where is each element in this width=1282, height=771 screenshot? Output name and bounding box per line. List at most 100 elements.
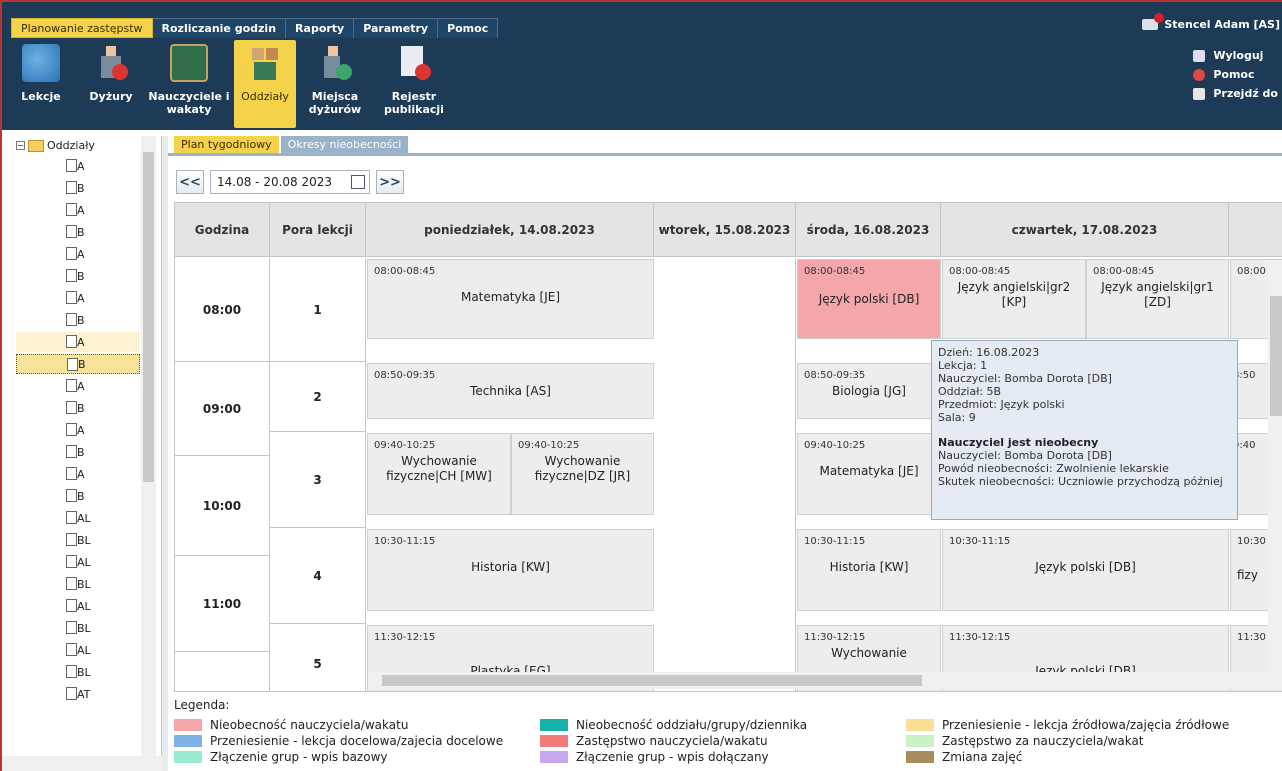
menu-tabs: Planowanie zastępstw Rozliczanie godzin … bbox=[11, 18, 499, 38]
next-week-button[interactable]: >> bbox=[376, 170, 404, 194]
lesson-mon-3b[interactable]: 09:40-10:25 Wychowanie fizyczne|DZ [JR] bbox=[511, 433, 654, 515]
sidebar-tree: − Oddziały 1A 1B 2A 2B 3A 3B 4A 4B 5A 5B 6A 6B 7A 7B 8… bbox=[2, 136, 162, 771]
tree-item-3al[interactable]: 3AL bbox=[16, 596, 140, 616]
tree-item-5b[interactable]: 5B bbox=[16, 354, 140, 374]
legend-item: Zastępstwo nauczyciela/wakatu bbox=[540, 734, 768, 748]
grid-hscrollbar[interactable] bbox=[368, 672, 1282, 689]
messages-icon[interactable] bbox=[1142, 13, 1165, 30]
goto-link[interactable]: Przejdź do bbox=[1193, 84, 1278, 103]
lesson-time: 10:30-11:15 bbox=[374, 536, 436, 547]
tree-item-6b[interactable]: 6B bbox=[16, 398, 140, 418]
lesson-thu-4[interactable]: 10:30-11:15 Język polski [DB] bbox=[942, 529, 1229, 611]
tree-item-2a[interactable]: 2A bbox=[16, 200, 140, 220]
goto-label: Przejdź do bbox=[1213, 87, 1278, 100]
date-bar: << 14.08 - 20.08 2023 >> bbox=[176, 169, 404, 195]
grid-vscroll-thumb[interactable] bbox=[1270, 296, 1282, 416]
document-icon bbox=[66, 379, 77, 392]
tree-item-1a[interactable]: 1A bbox=[16, 156, 140, 176]
lesson-thu-1a[interactable]: 08:00-08:45 Język angielski|gr2 [KP] bbox=[942, 259, 1086, 339]
tree-item-1at[interactable]: 1AT bbox=[16, 684, 140, 704]
tab-pomoc[interactable]: Pomoc bbox=[438, 18, 499, 38]
lesson-mon-1[interactable]: 08:00-08:45 Matematyka [JE] bbox=[367, 259, 654, 339]
document-icon bbox=[66, 181, 77, 194]
tree-item-1al[interactable]: 1AL bbox=[16, 508, 140, 528]
tree-item-3a[interactable]: 3A bbox=[16, 244, 140, 264]
collapse-icon[interactable]: − bbox=[16, 141, 25, 150]
tooltip-absent-reason: Powód nieobecności: Zwolnienie lekarskie bbox=[938, 462, 1169, 475]
tree-item-7b[interactable]: 7B bbox=[16, 442, 140, 462]
dyzury-button[interactable]: Dyżury bbox=[78, 40, 144, 128]
tab-parametry[interactable]: Parametry bbox=[354, 18, 439, 38]
tree-item-4b[interactable]: 4B bbox=[16, 310, 140, 330]
period-3: 3 bbox=[270, 432, 366, 528]
legend-swatch bbox=[540, 719, 568, 731]
tree-item-4bl[interactable]: 4BL bbox=[16, 662, 140, 682]
document-icon bbox=[66, 687, 77, 700]
grid-hscroll-thumb[interactable] bbox=[382, 675, 922, 686]
prev-week-button[interactable]: << bbox=[176, 170, 204, 194]
document-icon bbox=[66, 423, 77, 436]
grid-vscrollbar[interactable] bbox=[1268, 260, 1282, 680]
tree-item-6a[interactable]: 6A bbox=[16, 376, 140, 396]
tree-scrollbar[interactable] bbox=[141, 136, 156, 756]
tooltip-teacher: Nauczyciel: Bomba Dorota [DB] bbox=[938, 372, 1112, 385]
blackboard-icon bbox=[170, 44, 208, 82]
lesson-mon-3a[interactable]: 09:40-10:25 Wychowanie fizyczne|CH [MW] bbox=[367, 433, 511, 515]
lesson-time: 08:00-08:45 bbox=[374, 266, 436, 277]
tree-item-2bl[interactable]: 2BL bbox=[16, 574, 140, 594]
lesson-thu-1b[interactable]: 08:00-08:45 Język angielski|gr1 [ZD] bbox=[1086, 259, 1229, 339]
tab-raporty[interactable]: Raporty bbox=[286, 18, 355, 38]
tree-item-3bl[interactable]: 3BL bbox=[16, 618, 140, 638]
lesson-wed-3[interactable]: 09:40-10:25 Matematyka [JE] bbox=[797, 433, 941, 515]
document-icon bbox=[66, 247, 77, 260]
tree-item-1b[interactable]: 1B bbox=[16, 178, 140, 198]
lesson-mon-4[interactable]: 10:30-11:15 Historia [KW] bbox=[367, 529, 654, 611]
tree-item-3b[interactable]: 3B bbox=[16, 266, 140, 286]
tooltip-room: Sala: 9 bbox=[938, 411, 976, 424]
lesson-tooltip: Dzień: 16.08.2023 Lekcja: 1 Nauczyciel: … bbox=[931, 340, 1238, 520]
hdr-wednesday: środa, 16.08.2023 bbox=[796, 203, 941, 257]
miejsca-button[interactable]: Miejsca dyżurów bbox=[300, 40, 370, 128]
hour-1100: 11:00 bbox=[175, 556, 270, 652]
tree-item-4al[interactable]: 4AL bbox=[16, 640, 140, 660]
tree-item-2b[interactable]: 2B bbox=[16, 222, 140, 242]
lesson-wed-1[interactable]: 08:00-08:45 Język polski [DB] bbox=[797, 259, 941, 339]
date-range-field[interactable]: 14.08 - 20.08 2023 bbox=[210, 170, 370, 194]
document-icon bbox=[66, 313, 77, 326]
miejsca-label: Miejsca dyżurów bbox=[308, 90, 362, 116]
tree-item-5a[interactable]: 5A bbox=[16, 332, 140, 352]
calendar-icon[interactable] bbox=[351, 175, 365, 189]
tree-root[interactable]: − Oddziały bbox=[16, 139, 95, 152]
tree-item-7a[interactable]: 7A bbox=[16, 420, 140, 440]
tree-item-1bl[interactable]: 1BL bbox=[16, 530, 140, 550]
help-link[interactable]: Pomoc bbox=[1193, 65, 1278, 84]
lesson-subject: Matematyka [JE] bbox=[460, 290, 561, 304]
tree-item-4a[interactable]: 4A bbox=[16, 288, 140, 308]
tab-okresy-nieobecnosci[interactable]: Okresy nieobecności bbox=[280, 136, 409, 153]
legend-label: Przeniesienie - lekcja docelowa/zajecia … bbox=[210, 734, 504, 748]
tab-rozliczanie[interactable]: Rozliczanie godzin bbox=[152, 18, 287, 38]
lesson-mon-2[interactable]: 08:50-09:35 Technika [AS] bbox=[367, 363, 654, 419]
nauczyciele-button[interactable]: Nauczyciele i wakaty bbox=[148, 40, 230, 128]
legend-item: Przeniesienie - lekcja docelowa/zajecia … bbox=[174, 734, 503, 748]
user-area: Stencel Adam [AS] bbox=[1142, 13, 1280, 31]
hdr-friday bbox=[1229, 203, 1282, 257]
tab-plan-tygodniowy[interactable]: Plan tygodniowy bbox=[174, 136, 279, 153]
oddzialy-button[interactable]: Oddziały bbox=[234, 40, 296, 128]
legend-title: Legenda: bbox=[174, 698, 230, 712]
lesson-time: 09:40-10:25 bbox=[374, 440, 436, 451]
tree-item-8b[interactable]: 8B bbox=[16, 486, 140, 506]
user-name[interactable]: Stencel Adam [AS] bbox=[1164, 18, 1280, 31]
lesson-wed-4[interactable]: 10:30-11:15 Historia [KW] bbox=[797, 529, 941, 611]
tree-scroll-thumb[interactable] bbox=[143, 152, 154, 482]
tree-hscrollbar[interactable] bbox=[2, 756, 162, 771]
tree-item-8a[interactable]: 8A bbox=[16, 464, 140, 484]
document-icon bbox=[66, 577, 77, 590]
lesson-wed-2[interactable]: 08:50-09:35 Biologia [JG] bbox=[797, 363, 941, 419]
tree-item-2al[interactable]: 2AL bbox=[16, 552, 140, 572]
document-icon bbox=[66, 489, 77, 502]
lekcje-button[interactable]: Lekcje bbox=[8, 40, 74, 128]
tab-planowanie[interactable]: Planowanie zastępstw bbox=[11, 18, 153, 38]
logout-link[interactable]: Wyloguj bbox=[1193, 46, 1278, 65]
rejestr-button[interactable]: Rejestr publikacji bbox=[374, 40, 454, 128]
